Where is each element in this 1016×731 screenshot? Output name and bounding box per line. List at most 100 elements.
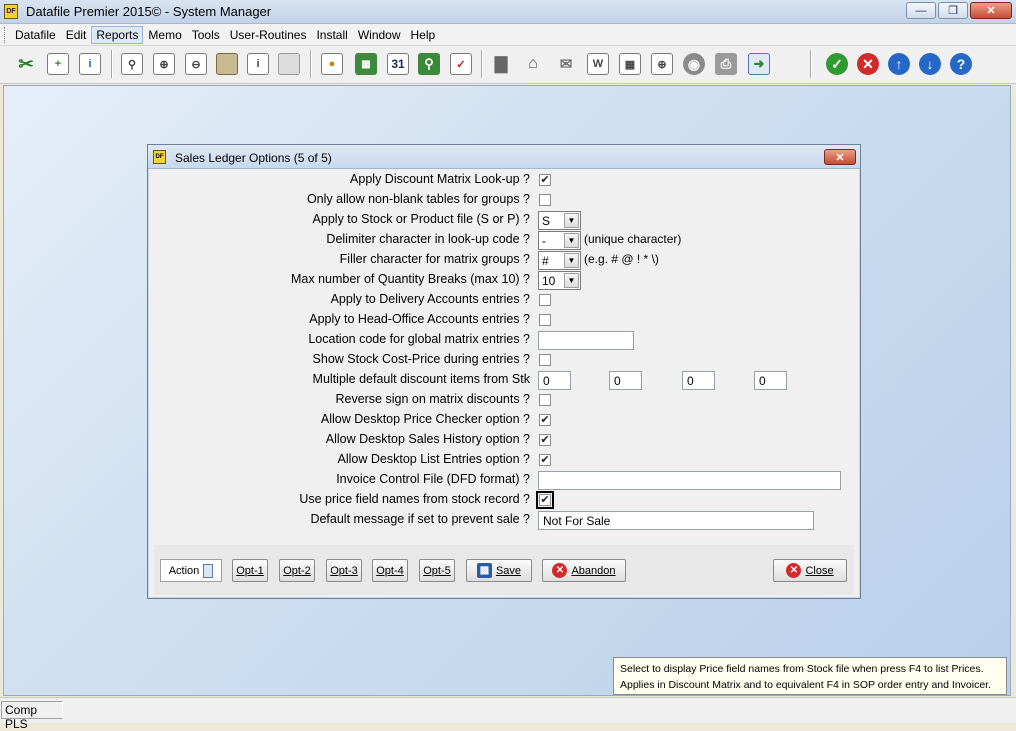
menu-reports[interactable]: Reports [91,26,144,44]
window-title: Datafile Premier 2015© - System Manager [26,4,272,19]
discount-item-4-input[interactable]: 0 [754,371,787,390]
menu-help[interactable]: Help [406,26,441,44]
default-message-input[interactable]: Not For Sale [538,511,814,530]
discount-item-3-input[interactable]: 0 [682,371,715,390]
max-breaks-select[interactable]: 10 ▼ [538,271,581,290]
list-entries-checkbox[interactable]: ✔ [539,454,551,466]
select-value: 10 [542,274,556,288]
house-icon[interactable]: ⌂ [520,51,546,77]
row-head-office-accounts: Apply to Head-Office Accounts entries ? [151,310,857,330]
bar-chart-icon[interactable]: ▇ [488,51,514,77]
opt-5-button[interactable]: Opt-5 [419,559,455,582]
status-bar: Comp PLS [0,697,1016,731]
up-icon[interactable]: ↑ [886,51,912,77]
restore-button[interactable]: ❐ [938,2,968,19]
add-window-icon[interactable]: ⊕ [649,51,675,77]
menu-edit[interactable]: Edit [61,26,92,44]
ok-icon[interactable]: ✓ [824,51,850,77]
opt-2-button[interactable]: Opt-2 [279,559,315,582]
menu-tools[interactable]: Tools [187,26,225,44]
chevron-down-icon[interactable]: ▼ [564,253,579,268]
opt-4-button[interactable]: Opt-4 [372,559,408,582]
field-label: Show Stock Cost-Price during entries ? [312,352,530,366]
add-table-icon[interactable]: ⊕ [151,51,177,77]
eraser-icon[interactable] [276,51,302,77]
menu-install[interactable]: Install [311,26,352,44]
disk-icon[interactable]: ◉ [681,51,707,77]
close-window-button[interactable]: ✕ [970,2,1012,19]
export-icon[interactable]: ➜ [746,51,772,77]
cancel-icon[interactable]: ✕ [855,51,881,77]
document-info-icon[interactable]: i [77,51,103,77]
dialog-close-icon[interactable]: ✕ [824,149,856,165]
sales-history-checkbox[interactable]: ✔ [539,434,551,446]
help-icon[interactable]: ? [948,51,974,77]
chevron-down-icon[interactable]: ▼ [564,213,579,228]
down-icon[interactable]: ↓ [917,51,943,77]
abandon-button[interactable]: ✕ Abandon [542,559,626,582]
select-value: S [542,214,551,228]
discount-item-1-input[interactable]: 0 [538,371,571,390]
stock-or-product-select[interactable]: S ▼ [538,211,581,230]
row-reverse-sign: Reverse sign on matrix discounts ? [151,390,857,410]
field-label: Multiple default discount items from Stk [312,372,530,386]
price-checker-checkbox[interactable]: ✔ [539,414,551,426]
info-box-icon[interactable]: i [245,51,271,77]
checklist-icon[interactable]: ✓ [448,51,474,77]
menu-window[interactable]: Window [353,26,406,44]
apply-discount-matrix-checkbox[interactable]: ✔ [539,174,551,186]
menu-user-routines[interactable]: User-Routines [225,26,312,44]
menu-memo[interactable]: Memo [143,26,186,44]
calculator-icon[interactable]: ▦ [353,51,379,77]
dialog-app-icon: DF [153,150,166,164]
show-cost-price-checkbox[interactable] [539,354,551,366]
field-label: Only allow non-blank tables for groups ? [306,192,530,206]
minimize-button[interactable]: — [906,2,936,19]
reverse-sign-checkbox[interactable] [539,394,551,406]
filler-select[interactable]: # ▼ [538,251,581,270]
delimiter-select[interactable]: - ▼ [538,231,581,250]
opt-1-button[interactable]: Opt-1 [232,559,268,582]
delivery-accounts-checkbox[interactable] [539,294,551,306]
hint-line-1: Select to display Price field names from… [620,663,984,675]
cut-icon[interactable]: ✂ [13,51,39,77]
datafile-app-icon[interactable]: DF [4,4,18,19]
printer-icon[interactable]: ⎙ [713,51,739,77]
save-button[interactable]: ▩ Save [466,559,532,582]
field-label: Delimiter character in look-up code ? [326,232,530,246]
field-label: Apply Discount Matrix Look-up ? [350,172,530,186]
row-max-breaks: Max number of Quantity Breaks (max 10) ?… [151,270,857,290]
dialog-title: Sales Ledger Options (5 of 5) [175,151,332,165]
toolbar: ✂ + i ⚲ ⊕ ⊖ i ● ▦ 31 ⚲ ✓ ▇ ⌂ ✉ W ▦ ⊕ ◉ ⎙… [0,46,1016,84]
filler-note: (e.g. # @ ! * \) [584,252,659,266]
magnifier-books-icon[interactable]: ⚲ [416,51,442,77]
row-delimiter: Delimiter character in look-up code ? - … [151,230,857,250]
opt-3-button[interactable]: Opt-3 [326,559,362,582]
document-lock-icon[interactable]: ● [319,51,345,77]
field-label: Reverse sign on matrix discounts ? [335,392,530,406]
box-icon[interactable] [214,51,240,77]
close-button[interactable]: ✕ Close [773,559,847,582]
action-button[interactable]: Action [160,559,222,582]
invoice-control-file-input[interactable] [538,471,841,490]
mail-icon[interactable]: ✉ [553,51,579,77]
word-doc-icon[interactable]: W [585,51,611,77]
field-label: Max number of Quantity Breaks (max 10) ? [291,272,530,286]
save-icon: ▩ [476,563,492,578]
chevron-down-icon[interactable]: ▼ [564,273,579,288]
remove-table-icon[interactable]: ⊖ [183,51,209,77]
field-label: Allow Desktop Price Checker option ? [320,412,530,426]
head-office-accounts-checkbox[interactable] [539,314,551,326]
price-field-names-checkbox[interactable]: ✔ [536,491,554,509]
non-blank-tables-checkbox[interactable] [539,194,551,206]
row-apply-discount-matrix: Apply Discount Matrix Look-up ? ✔ [151,170,857,190]
menu-datafile[interactable]: Datafile [10,26,61,44]
picture-icon[interactable]: ▦ [617,51,643,77]
chevron-down-icon[interactable]: ▼ [564,233,579,248]
discount-item-2-input[interactable]: 0 [609,371,642,390]
preview-icon[interactable]: ⚲ [119,51,145,77]
location-code-input[interactable] [538,331,634,350]
add-document-icon[interactable]: + [45,51,71,77]
list-icon [203,563,214,578]
calendar-icon[interactable]: 31 [385,51,411,77]
